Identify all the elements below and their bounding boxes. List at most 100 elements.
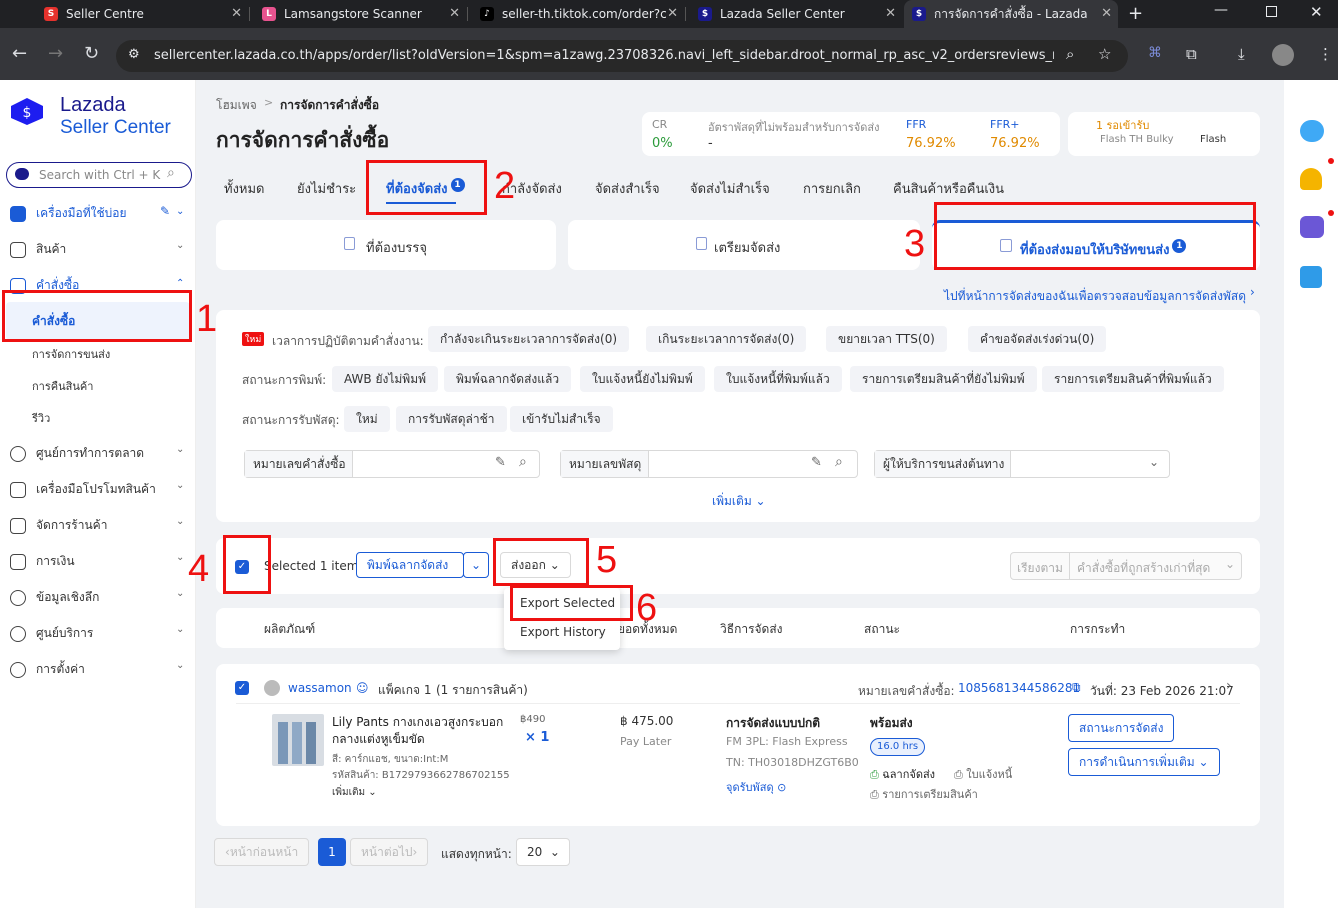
filter-urgent[interactable]: คำขอจัดส่งเร่งด่วน(0) (968, 326, 1107, 352)
chevron-down-icon[interactable]: ⌄ (176, 444, 184, 455)
chevron-right-icon[interactable]: › (1226, 678, 1232, 694)
chat-bubble-icon[interactable]: ☺ (356, 681, 369, 695)
menu-kebab-icon[interactable]: ⋮ (1318, 45, 1333, 63)
dropoff-point-link[interactable]: จุดรับพัสดุ ⊙ (726, 778, 786, 796)
chevron-down-icon[interactable]: ⌄ (176, 552, 184, 563)
chevron-down-icon[interactable]: ⌄ (176, 624, 184, 635)
sidebar-subitem-returns[interactable]: การคืนสินค้า (32, 377, 93, 395)
print-label-button[interactable]: พิมพ์ฉลากจัดส่ง (356, 552, 464, 578)
close-icon[interactable]: ✕ (1101, 6, 1112, 21)
sidebar-subitem-orders[interactable]: คำสั่งซื้อ (32, 312, 75, 331)
sidebar-subitem-shipping[interactable]: การจัดการขนส่ง (32, 345, 110, 363)
next-page-button[interactable]: หน้าต่อไป › (350, 838, 429, 866)
filter-about-to-exceed[interactable]: กำลังจะเกินระยะเวลาการจัดส่ง(0) (428, 326, 630, 352)
order-checkbox[interactable]: ✓ (235, 681, 249, 695)
shipping-page-link[interactable]: ไปที่หน้าการจัดส่งของฉันเพื่อตรวจสอบข้อม… (944, 287, 1246, 306)
filter-invoice-unprinted[interactable]: ใบแจ้งหนี้ยังไม่พิมพ์ (580, 366, 705, 392)
close-icon[interactable]: ✕ (667, 6, 678, 21)
sidebar-item-frequent-tools[interactable]: เครื่องมือที่ใช้บ่อย (10, 204, 127, 223)
per-page-select[interactable]: 20 ⌄ (516, 838, 570, 866)
url-text[interactable]: sellercenter.lazada.co.th/apps/order/lis… (154, 48, 1054, 63)
sidebar-item-finance[interactable]: การเงิน (10, 552, 75, 571)
sidebar-item-settings[interactable]: การตั้งค่า (10, 660, 85, 679)
search-icon[interactable]: ⌕ (519, 454, 527, 470)
print-picklist-doc[interactable]: ⎙ รายการเตรียมสินค้า (870, 785, 978, 803)
print-dropdown-icon[interactable]: ⌄ (463, 552, 489, 578)
close-window-icon[interactable]: ✕ (1310, 3, 1323, 21)
filter-pickup-late[interactable]: การรับพัสดุล่าช้า (396, 406, 507, 432)
export-button[interactable]: ส่งออก ⌄ (500, 552, 571, 578)
sidebar-item-service-center[interactable]: ศูนย์บริการ (10, 624, 93, 643)
new-tab-icon[interactable]: + (1128, 3, 1143, 24)
tab-all[interactable]: ทั้งหมด (224, 178, 265, 199)
pen-icon[interactable]: ✎ (495, 455, 506, 470)
search-input[interactable]: Search with Ctrl + K ⌕ (6, 162, 192, 188)
filter-extend-tts[interactable]: ขยายเวลา TTS(0) (826, 326, 947, 352)
sidebar-item-marketing[interactable]: ศูนย์การทำการตลาด (10, 444, 144, 463)
export-history-item[interactable]: Export History (520, 625, 606, 639)
order-number[interactable]: 1085681344586281 (958, 681, 1080, 695)
print-label-doc[interactable]: ⎙ ฉลากจัดส่ง (870, 765, 935, 783)
chevron-up-icon[interactable]: ⌃ (176, 278, 184, 289)
extensions-puzzle-icon[interactable]: ⧉ (1186, 45, 1197, 63)
search-icon[interactable]: ⌕ (835, 454, 843, 470)
chevron-down-icon[interactable]: ⌄ (176, 660, 184, 671)
tab-returns[interactable]: คืนสินค้าหรือคืนเงิน (893, 178, 1004, 199)
copy-icon[interactable]: ⧉ (1072, 680, 1081, 695)
download-app-icon[interactable] (1300, 266, 1322, 288)
minimize-icon[interactable]: — (1214, 2, 1228, 18)
prev-page-button[interactable]: ‹ หน้าก่อนหน้า (214, 838, 310, 866)
close-icon[interactable]: ✕ (231, 6, 242, 21)
tab-to-ship[interactable]: ที่ต้องจัดส่ง 1 (386, 178, 465, 199)
chevron-down-icon[interactable]: ⌄ (176, 480, 184, 491)
extension-icon[interactable]: ⌘ (1148, 45, 1162, 61)
print-invoice-doc[interactable]: ⎙ ใบแจ้งหนี้ (954, 765, 1012, 783)
select-all-checkbox[interactable]: ✓ (235, 560, 249, 574)
download-icon[interactable]: ⤓ (1238, 45, 1245, 63)
sidebar-item-products[interactable]: สินค้า (10, 240, 66, 259)
sidebar-item-orders[interactable]: คำสั่งซื้อ (10, 276, 79, 295)
breadcrumb-home[interactable]: โฮมเพจ (216, 96, 257, 115)
filter-picklist-printed[interactable]: รายการเตรียมสินค้าที่พิมพ์แล้ว (1042, 366, 1224, 392)
filter-new[interactable]: ใหม่ (344, 406, 390, 432)
product-image[interactable] (272, 714, 324, 766)
tab-cancelled[interactable]: การยกเลิก (803, 178, 861, 199)
maximize-icon[interactable] (1266, 6, 1277, 17)
chevron-down-icon[interactable]: ⌄ (176, 516, 184, 527)
chevron-down-icon[interactable]: ⌄ (1149, 455, 1159, 469)
tab-unpaid[interactable]: ยังไม่ชำระ (297, 178, 356, 199)
subtab-handover-carrier[interactable]: ที่ต้องส่งมอบให้บริษัทขนส่ง 1 (932, 220, 1260, 270)
order-number-input[interactable]: หมายเลขคำสั่งซื้อ ✎ ⌕ (244, 450, 540, 478)
chevron-right-icon[interactable]: › (1250, 285, 1255, 299)
browser-tab-active[interactable]: $ การจัดการคำสั่งซื้อ - Lazada Se ✕ (904, 0, 1118, 28)
filter-label-printed[interactable]: พิมพ์ฉลากจัดส่งแล้ว (444, 366, 572, 392)
back-icon[interactable]: ← (12, 44, 27, 64)
tab-failed[interactable]: จัดส่งไม่สำเร็จ (690, 178, 770, 199)
chevron-down-icon[interactable]: ⌄ (176, 206, 184, 217)
sidebar-item-promotion-tools[interactable]: เครื่องมือโปรโมทสินค้า (10, 480, 156, 499)
sidebar-item-insights[interactable]: ข้อมูลเชิงลึก (10, 588, 99, 607)
filter-pickup-failed[interactable]: เข้ารับไม่สำเร็จ (510, 406, 613, 432)
zoom-icon[interactable]: ⌕ (1066, 45, 1074, 63)
more-link[interactable]: เพิ่มเติม ⌄ (332, 785, 377, 800)
profile-avatar[interactable] (1272, 44, 1294, 66)
close-icon[interactable]: ✕ (885, 6, 896, 21)
bell-icon[interactable] (1300, 168, 1322, 190)
browser-tab[interactable]: S Seller Centre ✕ (36, 0, 248, 28)
parcel-number-input[interactable]: หมายเลขพัสดุ ✎ ⌕ (560, 450, 858, 478)
browser-tab[interactable]: L Lamsangstore Scanner ✕ (254, 0, 466, 28)
search-icon[interactable]: ⌕ (167, 165, 175, 181)
subtab-to-pack[interactable]: ที่ต้องบรรจุ (216, 220, 556, 270)
filter-awb-unprinted[interactable]: AWB ยังไม่พิมพ์ (332, 366, 439, 392)
export-selected-item[interactable]: Export Selected (520, 596, 615, 610)
edit-icon[interactable]: ✎ (160, 204, 170, 218)
pen-icon[interactable]: ✎ (811, 455, 822, 470)
product-name[interactable]: Lily Pants กางเกงเอวสูงกระบอก กลางแต่งหู… (332, 714, 506, 748)
assistant-bot-icon[interactable] (1300, 216, 1324, 238)
subtab-prepare-shipping[interactable]: เตรียมจัดส่ง (568, 220, 920, 270)
close-icon[interactable]: ✕ (449, 6, 460, 21)
sort-select[interactable]: เรียงตาม คำสั่งซื้อที่ถูกสร้างเก่าที่สุด… (1010, 552, 1242, 580)
sidebar-item-store[interactable]: จัดการร้านค้า (10, 516, 107, 535)
tab-delivered[interactable]: จัดส่งสำเร็จ (595, 178, 660, 199)
chevron-down-icon[interactable]: ⌄ (176, 588, 184, 599)
